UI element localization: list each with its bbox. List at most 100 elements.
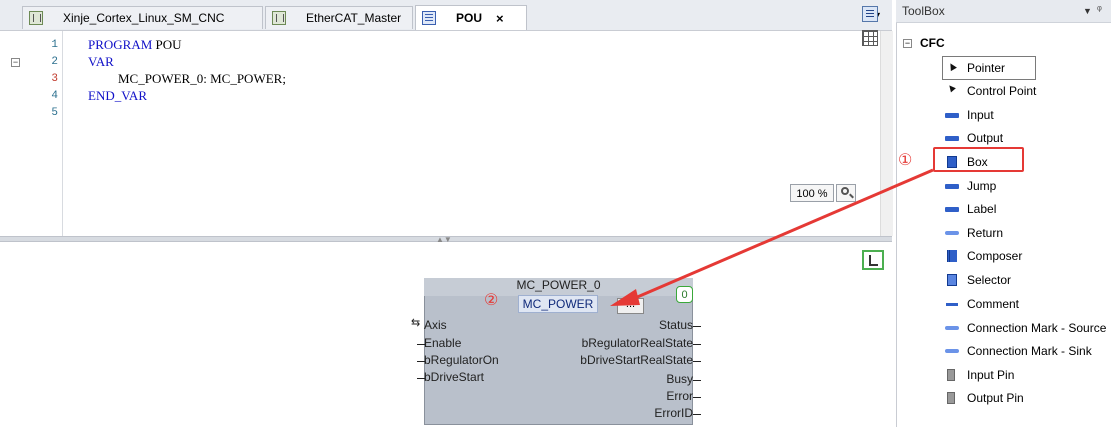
tab-xinje-cortex[interactable]: Xinje_Cortex_Linux_SM_CNC bbox=[22, 6, 263, 29]
tab-label: Xinje_Cortex_Linux_SM_CNC bbox=[63, 11, 225, 25]
pin-icon[interactable]: ᵠ bbox=[1097, 4, 1102, 16]
pin-stub bbox=[693, 361, 701, 362]
device-icon bbox=[272, 11, 286, 25]
tool-pointer[interactable]: Pointer bbox=[944, 58, 1005, 78]
pointer-icon bbox=[944, 62, 960, 74]
pin-stub bbox=[693, 326, 701, 327]
toolbox-title: ToolBox bbox=[902, 4, 945, 18]
tool-label[interactable]: Label bbox=[944, 199, 996, 219]
connection-mark-source-icon bbox=[944, 322, 960, 334]
callout-number: ① bbox=[898, 152, 913, 169]
input-pin-axis[interactable]: Axis bbox=[424, 318, 447, 332]
tool-label: Output Pin bbox=[967, 391, 1024, 405]
tool-connection-mark-sink[interactable]: Connection Mark - Sink bbox=[944, 341, 1092, 361]
input-pin-bdrivestart[interactable]: bDriveStart bbox=[424, 370, 484, 384]
close-icon[interactable]: × bbox=[496, 11, 504, 26]
tool-label: Input bbox=[967, 108, 994, 122]
box-tool-highlight bbox=[933, 147, 1024, 172]
return-icon bbox=[944, 227, 960, 239]
tool-label: Connection Mark - Source bbox=[967, 321, 1107, 335]
connection-mark-sink-icon bbox=[944, 345, 960, 357]
chevron-down-icon[interactable]: ▼ bbox=[1083, 6, 1092, 16]
zoom-level[interactable]: 100 % bbox=[790, 184, 834, 202]
code-line-1: PROGRAM POU bbox=[88, 37, 182, 53]
block-type-field[interactable]: MC_POWER bbox=[518, 295, 598, 313]
line-number-gutter: 1 2 3 4 5 − bbox=[0, 31, 63, 236]
tabular-view-icon[interactable] bbox=[862, 30, 878, 46]
declaration-editor[interactable]: 1 2 3 4 5 − PROGRAM POU VAR MC_POWER_0: … bbox=[0, 31, 893, 236]
line-number: 2 bbox=[51, 56, 58, 68]
inout-arrow-icon: ⇆ bbox=[411, 317, 421, 329]
tool-label: Pointer bbox=[967, 61, 1006, 75]
pou-icon bbox=[422, 11, 436, 25]
execution-order-badge: 0 bbox=[676, 286, 693, 303]
cfc-route-icon[interactable] bbox=[862, 250, 884, 270]
output-pin-bregulatorrealstate[interactable]: bRegulatorRealState bbox=[582, 336, 693, 350]
tool-label: Control Point bbox=[967, 84, 1037, 98]
output-pin-icon bbox=[944, 392, 960, 404]
tool-output-pin[interactable]: Output Pin bbox=[944, 388, 1024, 408]
tool-input-pin[interactable]: Input Pin bbox=[944, 365, 1014, 385]
pin-stub bbox=[693, 380, 701, 381]
tab-pou[interactable]: POU × bbox=[415, 5, 527, 30]
tool-label: Return bbox=[967, 226, 1004, 240]
code-line-2: VAR bbox=[88, 54, 114, 69]
tool-label: Output bbox=[967, 131, 1004, 145]
pin-stub bbox=[693, 344, 701, 345]
fold-toggle-icon[interactable]: − bbox=[11, 58, 20, 67]
selector-icon bbox=[944, 274, 960, 286]
collapse-icon[interactable]: − bbox=[903, 39, 912, 48]
tool-label: Input Pin bbox=[967, 368, 1015, 382]
toolbox-group-cfc[interactable]: CFC bbox=[920, 36, 945, 50]
comment-icon bbox=[944, 298, 960, 310]
code-line-4: END_VAR bbox=[88, 88, 147, 103]
output-icon bbox=[944, 132, 960, 144]
input-assistant-button[interactable]: ... bbox=[617, 298, 644, 314]
tool-label: Selector bbox=[967, 273, 1012, 287]
tool-label: Comment bbox=[967, 297, 1020, 311]
keyword: PROGRAM bbox=[88, 37, 153, 52]
tab-label: POU bbox=[456, 11, 483, 25]
tool-label: Composer bbox=[967, 249, 1023, 263]
vertical-scrollbar[interactable] bbox=[880, 31, 893, 236]
instance-name[interactable]: MC_POWER_0 bbox=[424, 278, 693, 292]
input-pin-icon bbox=[944, 369, 960, 381]
line-number: 5 bbox=[51, 107, 58, 119]
tool-composer[interactable]: Composer bbox=[944, 246, 1022, 266]
output-pin-errorid[interactable]: ErrorID bbox=[654, 406, 693, 420]
tool-input[interactable]: Input bbox=[944, 105, 994, 125]
zoom-icon[interactable] bbox=[836, 184, 856, 202]
tool-selector[interactable]: Selector bbox=[944, 270, 1011, 290]
input-pin-bregulatoron[interactable]: bRegulatorOn bbox=[424, 353, 499, 367]
program-name: POU bbox=[152, 37, 182, 52]
control-point-icon bbox=[944, 85, 960, 97]
callout-number: ② bbox=[484, 292, 499, 309]
tool-label: Jump bbox=[967, 179, 997, 193]
tool-control-point[interactable]: Control Point bbox=[944, 81, 1036, 101]
tool-jump[interactable]: Jump bbox=[944, 176, 996, 196]
tab-label: EtherCAT_Master bbox=[306, 11, 402, 25]
label-icon bbox=[944, 203, 960, 215]
jump-icon bbox=[944, 180, 960, 192]
output-pin-busy[interactable]: Busy bbox=[666, 372, 693, 386]
output-pin-bdrivestartrealstate[interactable]: bDriveStartRealState bbox=[580, 353, 693, 367]
tab-ethercat-master[interactable]: EtherCAT_Master bbox=[265, 6, 413, 29]
composer-icon bbox=[944, 250, 960, 262]
tool-output[interactable]: Output bbox=[944, 128, 1003, 148]
tool-comment[interactable]: Comment bbox=[944, 294, 1019, 314]
textual-view-icon[interactable] bbox=[862, 6, 878, 22]
pin-stub bbox=[693, 397, 701, 398]
input-pin-enable[interactable]: Enable bbox=[424, 336, 461, 350]
tool-label: Connection Mark - Sink bbox=[967, 344, 1092, 358]
tool-connection-mark-source[interactable]: Connection Mark - Source bbox=[944, 318, 1106, 338]
input-icon bbox=[944, 109, 960, 121]
tool-label: Label bbox=[967, 202, 997, 216]
output-pin-error[interactable]: Error bbox=[666, 389, 693, 403]
pin-stub bbox=[693, 414, 701, 415]
line-number: 4 bbox=[51, 90, 58, 102]
line-number: 1 bbox=[51, 39, 58, 51]
device-icon bbox=[29, 11, 43, 25]
line-number: 3 bbox=[51, 73, 58, 85]
tool-return[interactable]: Return bbox=[944, 223, 1003, 243]
output-pin-status[interactable]: Status bbox=[659, 318, 693, 332]
